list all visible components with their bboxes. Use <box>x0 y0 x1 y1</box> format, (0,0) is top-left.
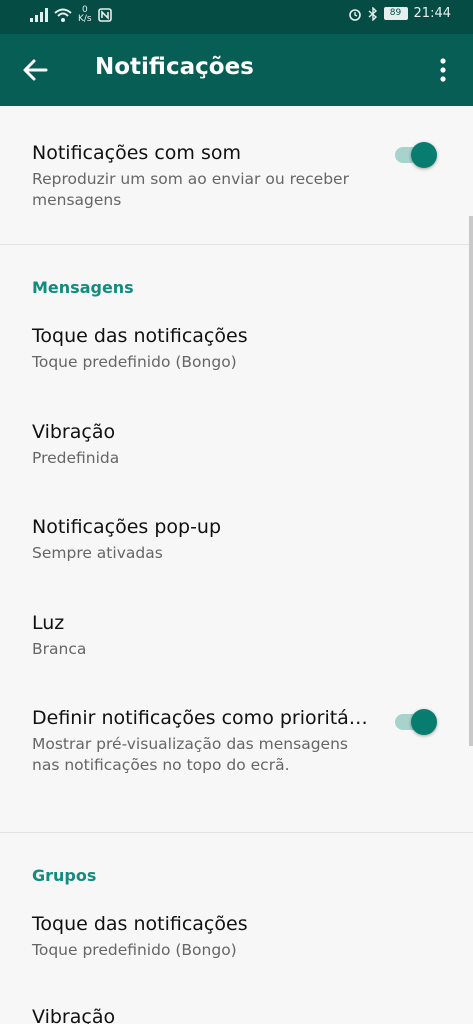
scrollbar[interactable] <box>469 216 473 746</box>
signal-icon <box>30 8 48 22</box>
setting-sound-title: Notificações com som <box>32 142 241 164</box>
net-speed: 0 K/s <box>78 6 92 24</box>
section-header-messages: Mensagens <box>32 278 134 297</box>
messages-priority-subtitle: Mostrar pré-visualização das mensagens n… <box>32 735 348 774</box>
settings-list: Notificações com som Reproduzir um som a… <box>0 106 473 1024</box>
alarm-icon <box>348 8 361 21</box>
priority-toggle-thumb <box>411 709 437 735</box>
priority-toggle[interactable] <box>395 709 437 735</box>
page-title: Notificações <box>95 54 254 80</box>
section-header-groups: Grupos <box>32 866 97 885</box>
wifi-icon <box>54 8 72 22</box>
status-left-icons: 0 K/s <box>30 6 112 24</box>
back-arrow-icon[interactable] <box>20 56 52 84</box>
setting-groups-tone[interactable]: Toque das notificações Toque predefinido… <box>32 913 392 961</box>
setting-sound[interactable]: Notificações com som Reproduzir um som a… <box>32 142 392 211</box>
nfc-icon <box>97 8 112 22</box>
messages-light-title: Luz <box>32 612 65 634</box>
more-options-icon[interactable] <box>433 56 453 84</box>
setting-messages-vibration[interactable]: Vibração Predefinida <box>32 421 392 469</box>
messages-priority-title: Definir notificações como prioritá… <box>32 707 368 729</box>
setting-sound-subtitle: Reproduzir um som ao enviar ou receber m… <box>32 170 349 209</box>
status-right-icons: 89 21:44 <box>348 6 451 21</box>
battery-icon: 89 <box>383 7 408 20</box>
setting-messages-tone[interactable]: Toque das notificações Toque predefinido… <box>32 325 392 373</box>
setting-messages-priority[interactable]: Definir notificações como prioritá… Most… <box>32 707 392 776</box>
app-bar: Notificações <box>0 34 473 106</box>
messages-popup-value: Sempre ativadas <box>32 544 163 562</box>
status-bar: 0 K/s 89 21:44 <box>0 0 473 34</box>
messages-vibration-title: Vibração <box>32 421 116 443</box>
setting-messages-light[interactable]: Luz Branca <box>32 612 392 660</box>
bluetooth-icon <box>368 6 377 21</box>
groups-tone-title: Toque das notificações <box>32 913 248 935</box>
sound-toggle[interactable] <box>395 142 437 168</box>
messages-light-value: Branca <box>32 640 87 658</box>
divider <box>0 244 473 245</box>
setting-groups-vibration[interactable]: Vibração <box>32 1006 392 1024</box>
groups-tone-value: Toque predefinido (Bongo) <box>32 941 237 959</box>
setting-messages-popup[interactable]: Notificações pop-up Sempre ativadas <box>32 516 392 564</box>
sound-toggle-thumb <box>411 142 437 168</box>
net-speed-unit: K/s <box>78 14 92 24</box>
messages-vibration-value: Predefinida <box>32 449 120 467</box>
messages-tone-value: Toque predefinido (Bongo) <box>32 353 237 371</box>
messages-popup-title: Notificações pop-up <box>32 516 222 538</box>
messages-tone-title: Toque das notificações <box>32 325 248 347</box>
status-time: 21:44 <box>413 6 451 21</box>
divider <box>0 832 473 833</box>
groups-vibration-title: Vibração <box>32 1006 116 1024</box>
